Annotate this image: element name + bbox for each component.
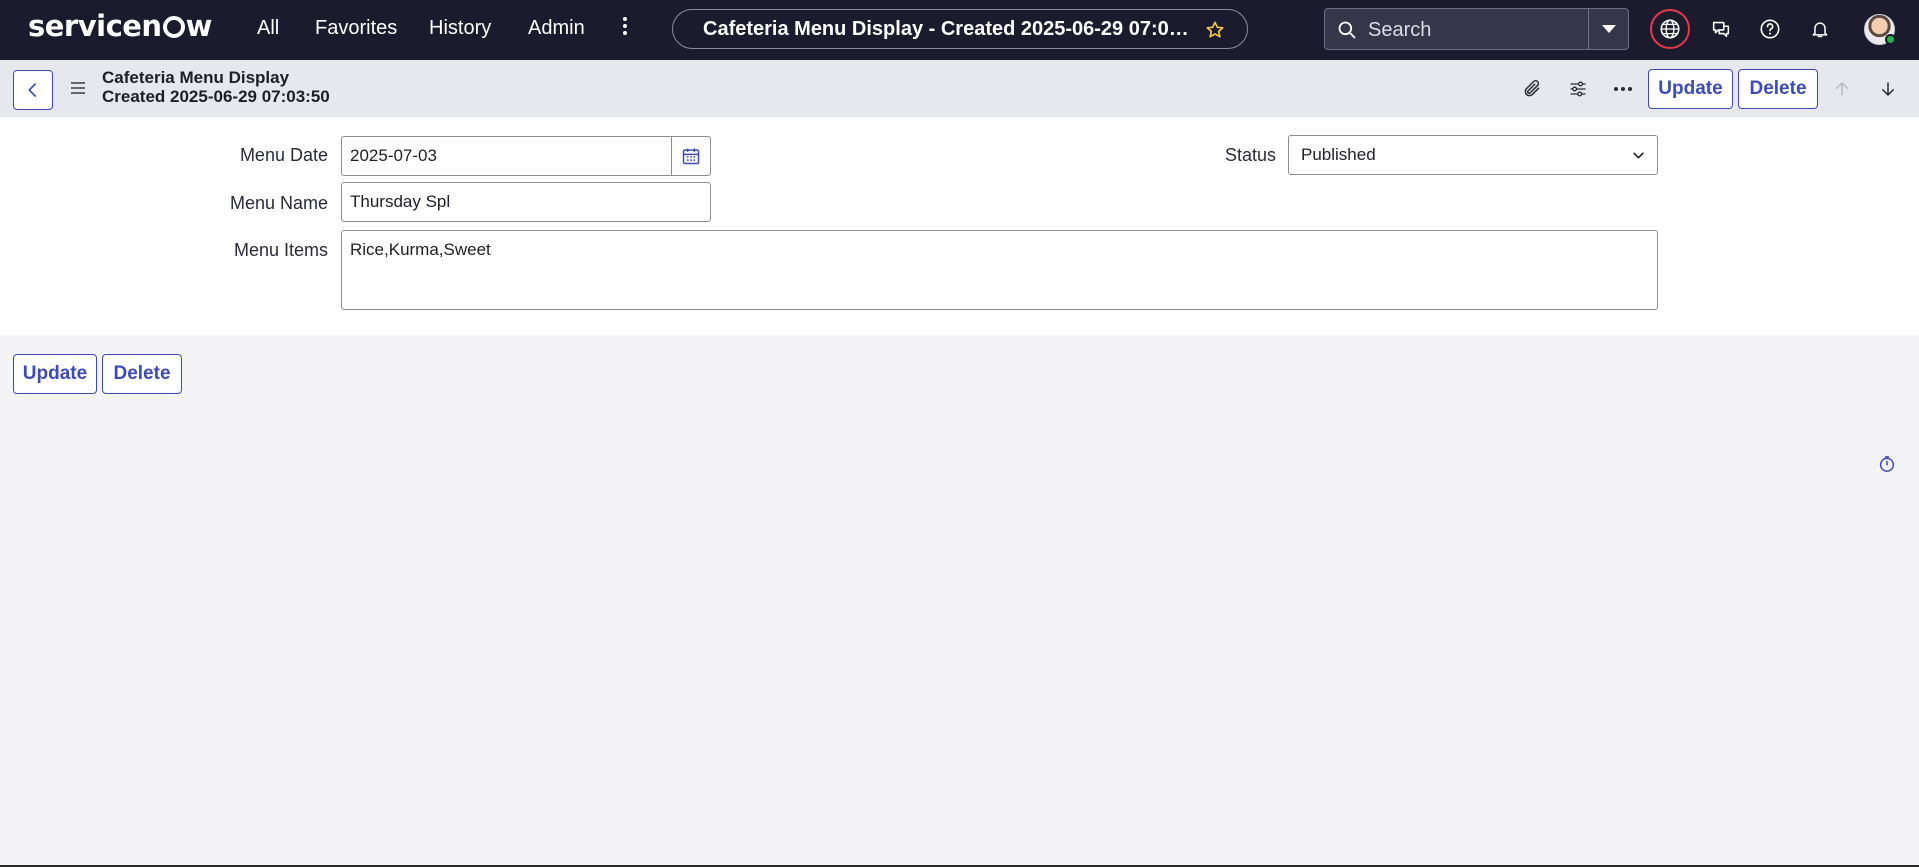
- update-button-footer[interactable]: Update: [13, 354, 97, 394]
- update-button-header[interactable]: Update: [1648, 69, 1733, 109]
- status-select[interactable]: Published: [1288, 135, 1658, 175]
- chevron-down-icon: [1633, 152, 1644, 159]
- search-scope-dropdown[interactable]: [1588, 9, 1628, 49]
- avatar[interactable]: [1864, 14, 1896, 45]
- delete-button-footer[interactable]: Delete: [102, 354, 182, 394]
- status-select-value: Published: [1301, 145, 1376, 164]
- menu-items-label: Menu Items: [233, 240, 328, 260]
- menu-date-field[interactable]: 2025-07-03: [341, 136, 672, 176]
- date-picker-button[interactable]: [671, 136, 711, 176]
- record-table-name: Cafeteria Menu Display: [102, 68, 290, 87]
- record-created-label: Created 2025-06-29 07:03:50: [102, 87, 330, 106]
- star-icon[interactable]: [1205, 20, 1225, 40]
- logo-o-mark: [162, 16, 185, 38]
- logo-text-pre: servicen: [28, 9, 162, 43]
- globe-button[interactable]: [1650, 9, 1690, 49]
- search-icon: [1338, 21, 1356, 39]
- globe-icon: [1660, 19, 1680, 39]
- menu-date-label: Menu Date: [239, 145, 328, 165]
- delete-button-header[interactable]: Delete: [1738, 69, 1818, 109]
- paperclip-icon[interactable]: [1520, 77, 1544, 101]
- menu-items-textarea[interactable]: Rice,Kurma,Sweet: [341, 230, 1658, 310]
- record-title-pill: Cafeteria Menu Display - Created 2025-06…: [672, 9, 1248, 49]
- nav-menu-admin[interactable]: Admin: [528, 17, 585, 40]
- back-icon: [28, 83, 37, 97]
- top-navigation: servicen w All Favorites History Admin Ca…: [0, 0, 1919, 60]
- bell-icon[interactable]: [1806, 15, 1834, 43]
- chat-icon[interactable]: [1707, 15, 1735, 43]
- nav-menu-all[interactable]: All: [257, 17, 279, 40]
- menu-name-label: Menu Name: [229, 193, 328, 213]
- sliders-icon[interactable]: [1566, 77, 1590, 101]
- menu-name-field[interactable]: Thursday Spl: [341, 182, 711, 222]
- arrow-down-icon[interactable]: [1876, 77, 1900, 101]
- hamburger-icon[interactable]: [70, 80, 86, 96]
- servicenow-logo[interactable]: servicen w: [28, 9, 212, 43]
- nav-menu-favorites[interactable]: Favorites: [315, 17, 397, 40]
- search-input[interactable]: Search: [1368, 19, 1431, 42]
- status-label: Status: [1224, 145, 1276, 165]
- help-icon[interactable]: [1756, 15, 1784, 43]
- timer-icon[interactable]: [1878, 455, 1896, 473]
- calendar-icon: [682, 148, 700, 165]
- logo-text-post: w: [185, 9, 213, 43]
- more-vertical-icon[interactable]: [620, 16, 630, 40]
- back-button[interactable]: [13, 70, 53, 110]
- record-header-title: Cafeteria Menu Display Created 2025-06-2…: [102, 68, 330, 106]
- more-horizontal-icon[interactable]: [1611, 77, 1635, 101]
- global-search[interactable]: Search: [1324, 8, 1629, 50]
- chevron-down-icon: [1601, 25, 1616, 33]
- nav-menu-history[interactable]: History: [429, 17, 491, 40]
- record-title-text: Cafeteria Menu Display - Created 2025-06…: [703, 17, 1189, 40]
- arrow-up-icon[interactable]: [1830, 77, 1854, 101]
- online-status-indicator: [1885, 34, 1896, 45]
